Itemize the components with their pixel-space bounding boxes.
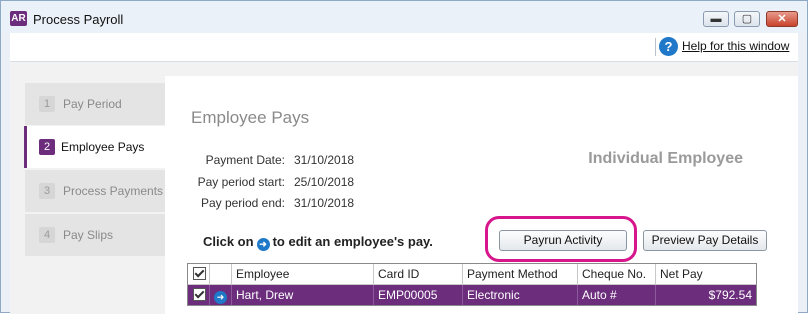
page-title: Employee Pays <box>191 108 310 127</box>
step-number: 3 <box>39 183 55 199</box>
step-pay-slips[interactable]: 4 Pay Slips <box>25 214 165 256</box>
header-card-id[interactable]: Card ID <box>374 264 463 284</box>
employee-pays-panel: Employee Pays Individual Employee Paymen… <box>165 76 798 314</box>
step-label: Pay Slips <box>63 228 114 242</box>
step-label: Process Payments <box>63 184 164 198</box>
period-end-value: 31/10/2018 <box>294 196 355 210</box>
header-net-pay[interactable]: Net Pay <box>656 264 756 284</box>
row-edit-arrow[interactable]: ➜ <box>210 285 232 305</box>
cell-payment-method: Electronic <box>463 285 578 305</box>
step-number: 2 <box>39 139 55 155</box>
close-button[interactable]: ✕ <box>766 11 798 27</box>
select-all-checkbox[interactable] <box>188 264 210 284</box>
preview-pay-details-button[interactable]: Preview Pay Details <box>643 230 767 251</box>
edit-instruction: Click on ➜ to edit an employee's pay. <box>203 234 433 251</box>
header-employee[interactable]: Employee <box>232 264 374 284</box>
content-area: 1 Pay Period 2 Employee Pays 3 Process P… <box>10 62 798 314</box>
title-bar: AR Process Payroll ▬ ▢ ✕ <box>1 1 807 33</box>
payment-date-label: Payment Date: <box>205 153 285 167</box>
divider <box>655 38 656 56</box>
period-end-label: Pay period end: <box>200 196 285 210</box>
cell-employee: Hart, Drew <box>232 285 374 305</box>
minimize-button[interactable]: ▬ <box>703 11 729 27</box>
window-title: Process Payroll <box>33 12 124 27</box>
help-link-text[interactable]: Help for this window <box>682 39 789 53</box>
step-label: Employee Pays <box>61 140 145 154</box>
process-payroll-window: AR Process Payroll ▬ ▢ ✕ ? Help for this… <box>0 0 808 314</box>
period-start-label: Pay period start: <box>197 175 285 189</box>
table-header: Employee Card ID Payment Method Cheque N… <box>188 264 756 285</box>
app-logo-icon: AR <box>10 11 27 26</box>
step-employee-pays[interactable]: 2 Employee Pays <box>24 126 167 168</box>
cell-card-id: EMP00005 <box>374 285 463 305</box>
checkbox-icon[interactable] <box>193 267 206 280</box>
row-checkbox[interactable] <box>188 285 210 305</box>
header-blank <box>210 264 232 284</box>
help-bar: ? Help for this window <box>10 33 798 62</box>
checkbox-icon[interactable] <box>193 288 206 301</box>
step-number: 1 <box>39 96 55 112</box>
table-row[interactable]: ➜ Hart, Drew EMP00005 Electronic Auto # … <box>188 285 756 305</box>
arrow-right-icon: ➜ <box>256 238 270 251</box>
help-link[interactable]: Help for this window <box>682 39 789 53</box>
arrow-right-icon[interactable]: ➜ <box>214 291 227 304</box>
payrun-activity-button[interactable]: Payrun Activity <box>499 230 627 251</box>
step-label: Pay Period <box>63 97 122 111</box>
employee-grid: Employee Card ID Payment Method Cheque N… <box>187 263 757 306</box>
cell-net-pay: $792.54 <box>708 288 752 302</box>
instruction-post: to edit an employee's pay. <box>272 234 433 249</box>
header-cheque-no[interactable]: Cheque No. <box>578 264 656 284</box>
step-pay-period[interactable]: 1 Pay Period <box>25 83 165 125</box>
period-start-value: 25/10/2018 <box>294 175 355 189</box>
header-payment-method[interactable]: Payment Method <box>463 264 578 284</box>
help-icon[interactable]: ? <box>659 37 678 56</box>
mode-label: Individual Employee <box>588 150 743 167</box>
instruction-pre: Click on <box>203 234 254 249</box>
cell-cheque-no: Auto # <box>578 285 656 305</box>
step-process-payments[interactable]: 3 Process Payments <box>25 170 165 212</box>
restore-button[interactable]: ▢ <box>734 11 760 27</box>
step-number: 4 <box>39 227 55 243</box>
payment-date-value: 31/10/2018 <box>294 153 355 167</box>
